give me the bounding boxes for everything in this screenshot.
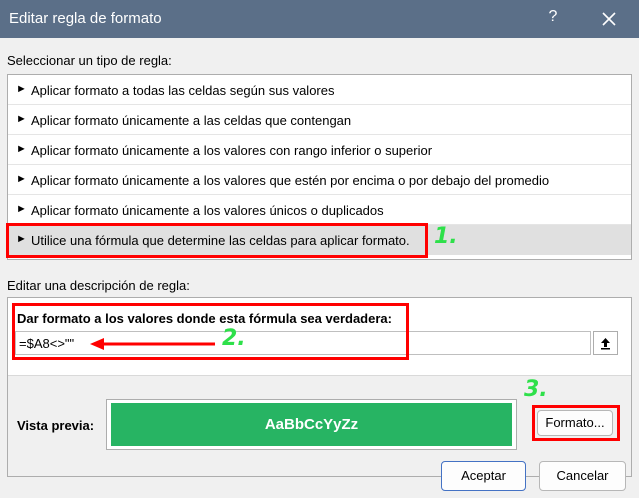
rule-type-label: Aplicar formato únicamente a los valores…: [31, 203, 384, 218]
dialog-title: Editar regla de formato: [9, 10, 162, 27]
rule-type-item[interactable]: ► Aplicar formato únicamente a las celdas…: [8, 105, 631, 135]
annotation-number-2: 2.: [222, 326, 246, 351]
bullet-arrow-icon: ►: [16, 113, 27, 125]
upload-arrow-icon: [601, 338, 610, 350]
annotation-number-1: 1.: [434, 224, 458, 249]
cancel-button[interactable]: Cancelar: [539, 461, 626, 491]
help-button[interactable]: ?: [545, 8, 561, 26]
annotation-arrow-icon: [90, 338, 215, 350]
bullet-arrow-icon: ►: [16, 143, 27, 155]
bullet-arrow-icon: ►: [16, 173, 27, 185]
collapse-dialog-button[interactable]: [593, 331, 618, 355]
rule-type-label: Aplicar formato únicamente a las celdas …: [31, 113, 352, 128]
rule-type-item[interactable]: ► Aplicar formato a todas las celdas segú…: [8, 75, 631, 105]
bullet-arrow-icon: ►: [16, 83, 27, 95]
rule-type-label: Seleccionar un tipo de regla:: [7, 53, 172, 68]
rule-type-label: Aplicar formato a todas las celdas según…: [31, 83, 335, 98]
rule-type-item[interactable]: ► Aplicar formato únicamente a los valore…: [8, 135, 631, 165]
preview-sample: AaBbCcYyZz: [111, 403, 512, 446]
annotation-number-3: 3.: [524, 377, 548, 402]
rule-type-item[interactable]: ► Aplicar formato únicamente a los valore…: [8, 195, 631, 225]
annotation-box-formula: [12, 303, 409, 360]
rule-type-label: Aplicar formato únicamente a los valores…: [31, 143, 433, 158]
preview-label: Vista previa:: [17, 418, 95, 433]
accept-button[interactable]: Aceptar: [441, 461, 526, 491]
title-bar: Editar regla de formato ?: [0, 0, 639, 38]
annotation-box-rule: [6, 223, 428, 258]
bullet-arrow-icon: ►: [16, 203, 27, 215]
rule-description-label: Editar una descripción de regla:: [7, 278, 190, 293]
annotation-box-format: [532, 405, 620, 441]
rule-type-item[interactable]: ► Aplicar formato únicamente a los valore…: [8, 165, 631, 195]
rule-type-label: Aplicar formato únicamente a los valores…: [31, 173, 550, 188]
preview-box: AaBbCcYyZz: [106, 399, 517, 450]
close-button[interactable]: [598, 8, 620, 30]
close-icon: [602, 12, 616, 26]
